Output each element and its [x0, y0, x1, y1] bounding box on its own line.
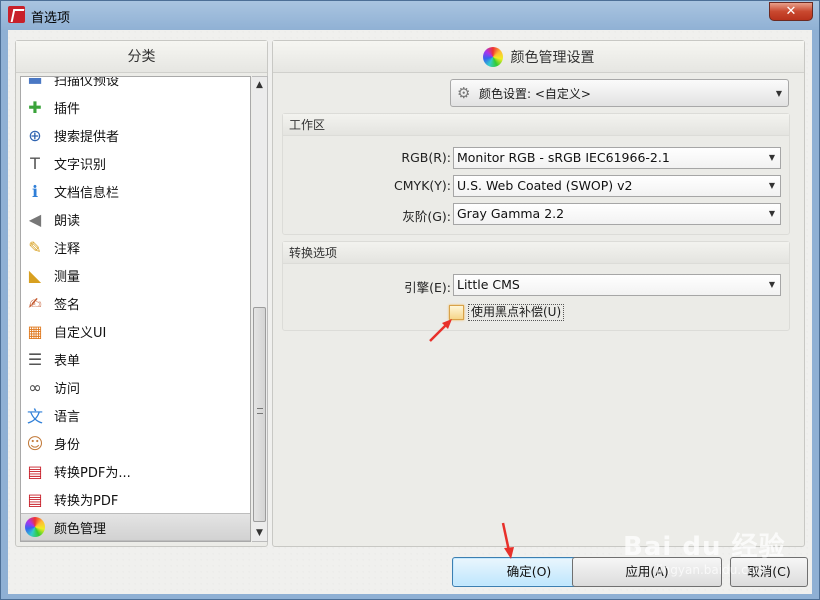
- category-item-label: 转换为PDF: [54, 493, 119, 509]
- scroll-thumb[interactable]: [253, 307, 266, 522]
- info-icon: ℹ: [31, 181, 39, 201]
- category-item[interactable]: ☺ 身份: [21, 429, 250, 457]
- gray-profile-select[interactable]: Gray Gamma 2.2 ▼: [453, 203, 781, 225]
- chevron-down-icon: ▼: [775, 89, 782, 98]
- cmyk-profile-value: U.S. Web Coated (SWOP) v2: [457, 178, 633, 193]
- pdf-convert-from-icon: ▤: [27, 461, 43, 481]
- dialog-body: 分类 ▬ 扫描仪预设 ✚ 插件 ⊕ 搜索提供者 T 文字识别 ℹ 文档信息栏 ◀ 朗读 ✎ 注释 ◣ 测量 ✍ 签…: [8, 30, 812, 594]
- category-item[interactable]: ▤ 转换PDF为...: [21, 457, 250, 485]
- category-item-label: 自定义UI: [54, 325, 107, 341]
- category-item-label: 语言: [54, 409, 81, 425]
- engine-select[interactable]: Little CMS ▼: [453, 274, 781, 296]
- window-title: 首选项: [31, 11, 71, 26]
- category-item[interactable]: ▬ 扫描仪预设: [21, 76, 250, 93]
- speaker-icon: ◀: [28, 209, 42, 229]
- puzzle-icon: ✚: [28, 97, 42, 117]
- rgb-profile-value: Monitor RGB - sRGB IEC61966-2.1: [457, 150, 670, 165]
- cmyk-label: CMYK(Y):: [394, 178, 451, 193]
- cmyk-profile-select[interactable]: U.S. Web Coated (SWOP) v2 ▼: [453, 175, 781, 197]
- category-item-label: 身份: [54, 437, 81, 453]
- gear-icon: ⚙: [457, 84, 471, 102]
- chevron-down-icon: ▼: [768, 181, 775, 190]
- category-header: 分类: [16, 41, 267, 73]
- category-item-label: 文档信息栏: [54, 185, 120, 201]
- gray-label: 灰阶(G):: [402, 209, 451, 224]
- category-item[interactable]: ✚ 插件: [21, 93, 250, 121]
- category-item[interactable]: 颜色管理: [21, 513, 250, 541]
- language-icon: 文: [26, 407, 43, 426]
- category-item-label: 签名: [54, 297, 81, 313]
- category-item[interactable]: 文语言: [21, 401, 250, 429]
- black-point-compensation-label[interactable]: 使用黑点补偿(U): [468, 304, 565, 321]
- apply-button[interactable]: 应用(A): [572, 557, 722, 587]
- signature-icon: ✍: [28, 293, 42, 313]
- scanner-icon: ▬: [27, 76, 43, 89]
- category-item[interactable]: ▤ 转换为PDF: [21, 485, 250, 513]
- settings-header: 颜色管理设置: [273, 41, 804, 73]
- title-bar[interactable]: 首选项 ✕: [1, 1, 819, 29]
- category-item-label: 转换PDF为...: [54, 465, 131, 481]
- black-point-compensation-row[interactable]: 使用黑点补偿(U): [449, 304, 565, 321]
- chevron-down-icon: ▼: [768, 153, 775, 162]
- color-wheel-icon: [24, 516, 46, 538]
- scroll-up-arrow-icon[interactable]: ▲: [252, 77, 267, 93]
- category-item-label: 朗读: [54, 213, 81, 229]
- person-icon: ☺: [26, 433, 44, 453]
- cancel-button[interactable]: 取消(C): [730, 557, 808, 587]
- form-icon: ☰: [27, 349, 43, 369]
- scroll-down-arrow-icon[interactable]: ▼: [252, 525, 267, 541]
- app-icon: [8, 6, 25, 23]
- gray-profile-value: Gray Gamma 2.2: [457, 206, 565, 221]
- binoculars-icon: ⊕: [28, 125, 42, 145]
- category-list[interactable]: ▬ 扫描仪预设 ✚ 插件 ⊕ 搜索提供者 T 文字识别 ℹ 文档信息栏 ◀ 朗读 ✎ 注释 ◣ 测量 ✍ 签名 ▦ 自…: [20, 76, 251, 542]
- chevron-down-icon: ▼: [768, 280, 775, 289]
- annotation-arrow-icon: [501, 522, 514, 559]
- category-item-label: 搜索提供者: [54, 129, 120, 145]
- color-setting-value: 颜色设置: <自定义>: [479, 86, 591, 101]
- scroll-grip-icon: [257, 408, 263, 414]
- color-setting-dropdown[interactable]: ⚙ 颜色设置: <自定义> ▼: [450, 79, 789, 107]
- category-item-label: 文字识别: [54, 157, 107, 173]
- pdf-convert-to-icon: ▤: [27, 489, 43, 509]
- conversion-group-title: 转换选项: [283, 242, 789, 264]
- customize-ui-icon: ▦: [27, 321, 43, 341]
- conversion-group: 转换选项 引擎(E): Little CMS ▼ 使用黑点补偿(U): [282, 241, 790, 331]
- category-item-label: 访问: [54, 381, 81, 397]
- category-item[interactable]: ∞ 访问: [21, 373, 250, 401]
- category-item-label: 表单: [54, 353, 81, 369]
- workspace-group: 工作区 RGB(R): Monitor RGB - sRGB IEC61966-…: [282, 113, 790, 235]
- ocr-icon: T: [30, 153, 40, 173]
- workspace-group-title: 工作区: [283, 114, 789, 136]
- category-item[interactable]: ◀ 朗读: [21, 205, 250, 233]
- ruler-icon: ◣: [28, 265, 42, 285]
- engine-label: 引擎(E):: [404, 280, 451, 295]
- annotation-icon: ✎: [28, 237, 42, 257]
- category-item-label: 扫描仪预设: [54, 76, 120, 89]
- rgb-profile-select[interactable]: Monitor RGB - sRGB IEC61966-2.1 ▼: [453, 147, 781, 169]
- category-item[interactable]: ◣ 测量: [21, 261, 250, 289]
- settings-panel: 颜色管理设置 ⚙ 颜色设置: <自定义> ▼ 工作区 RGB(R): Monit…: [272, 40, 805, 547]
- close-button[interactable]: ✕: [769, 2, 813, 21]
- category-item-label: 插件: [54, 101, 81, 117]
- category-item[interactable]: ℹ 文档信息栏: [21, 177, 250, 205]
- preferences-window: 首选项 ✕ 分类 ▬ 扫描仪预设 ✚ 插件 ⊕ 搜索提供者 T 文字识别 ℹ 文档信息栏 ◀ 朗读 ✎ 注…: [0, 0, 820, 600]
- glasses-icon: ∞: [28, 377, 42, 397]
- category-item[interactable]: T 文字识别: [21, 149, 250, 177]
- category-item[interactable]: ✎ 注释: [21, 233, 250, 261]
- category-panel: 分类 ▬ 扫描仪预设 ✚ 插件 ⊕ 搜索提供者 T 文字识别 ℹ 文档信息栏 ◀ 朗读 ✎ 注释 ◣ 测量 ✍ 签…: [15, 40, 268, 547]
- settings-title: 颜色管理设置: [510, 49, 595, 66]
- rgb-label: RGB(R):: [401, 150, 451, 165]
- category-item[interactable]: ☰ 表单: [21, 345, 250, 373]
- category-item-label: 颜色管理: [54, 521, 107, 537]
- category-scrollbar[interactable]: ▲ ▼: [252, 76, 268, 542]
- category-item[interactable]: ✍ 签名: [21, 289, 250, 317]
- chevron-down-icon: ▼: [768, 209, 775, 218]
- category-item-label: 测量: [54, 269, 81, 285]
- annotation-arrow-icon: [429, 319, 452, 342]
- category-item[interactable]: ⊕ 搜索提供者: [21, 121, 250, 149]
- color-wheel-icon: [482, 46, 503, 67]
- engine-value: Little CMS: [457, 277, 520, 292]
- category-item[interactable]: ▦ 自定义UI: [21, 317, 250, 345]
- category-item-label: 注释: [54, 241, 81, 257]
